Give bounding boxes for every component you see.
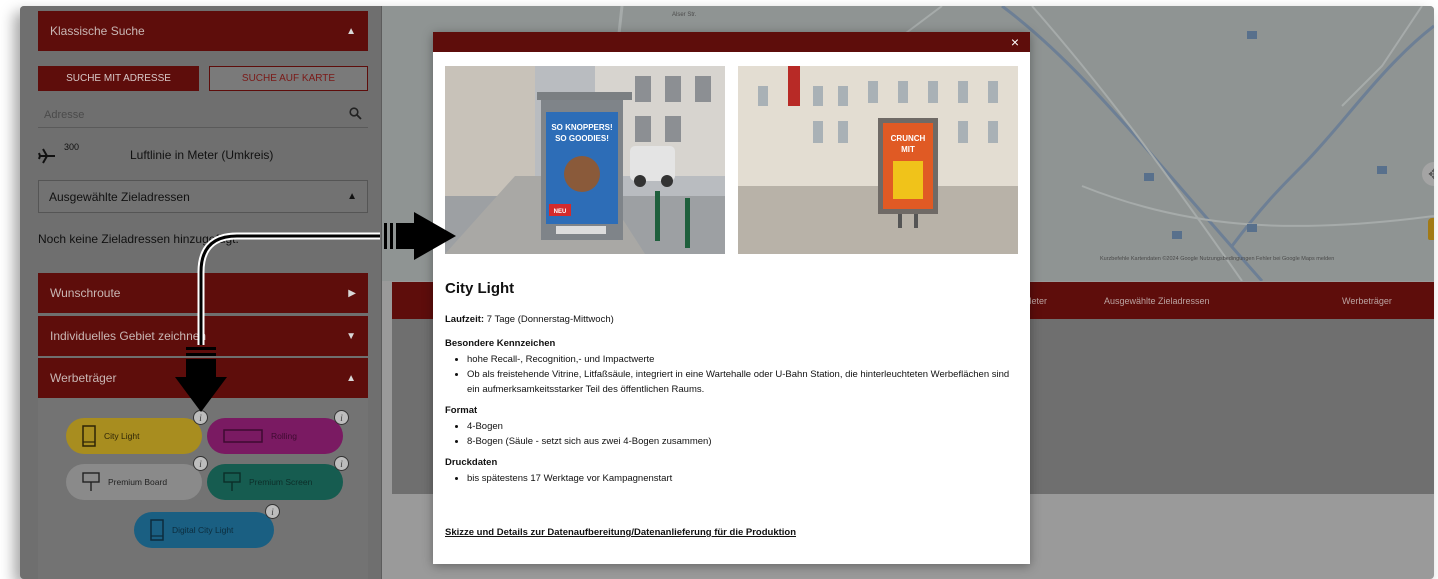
arrow-right-icon bbox=[384, 212, 456, 260]
annotation-arrows bbox=[175, 212, 456, 412]
arrow-down-icon bbox=[175, 347, 227, 412]
